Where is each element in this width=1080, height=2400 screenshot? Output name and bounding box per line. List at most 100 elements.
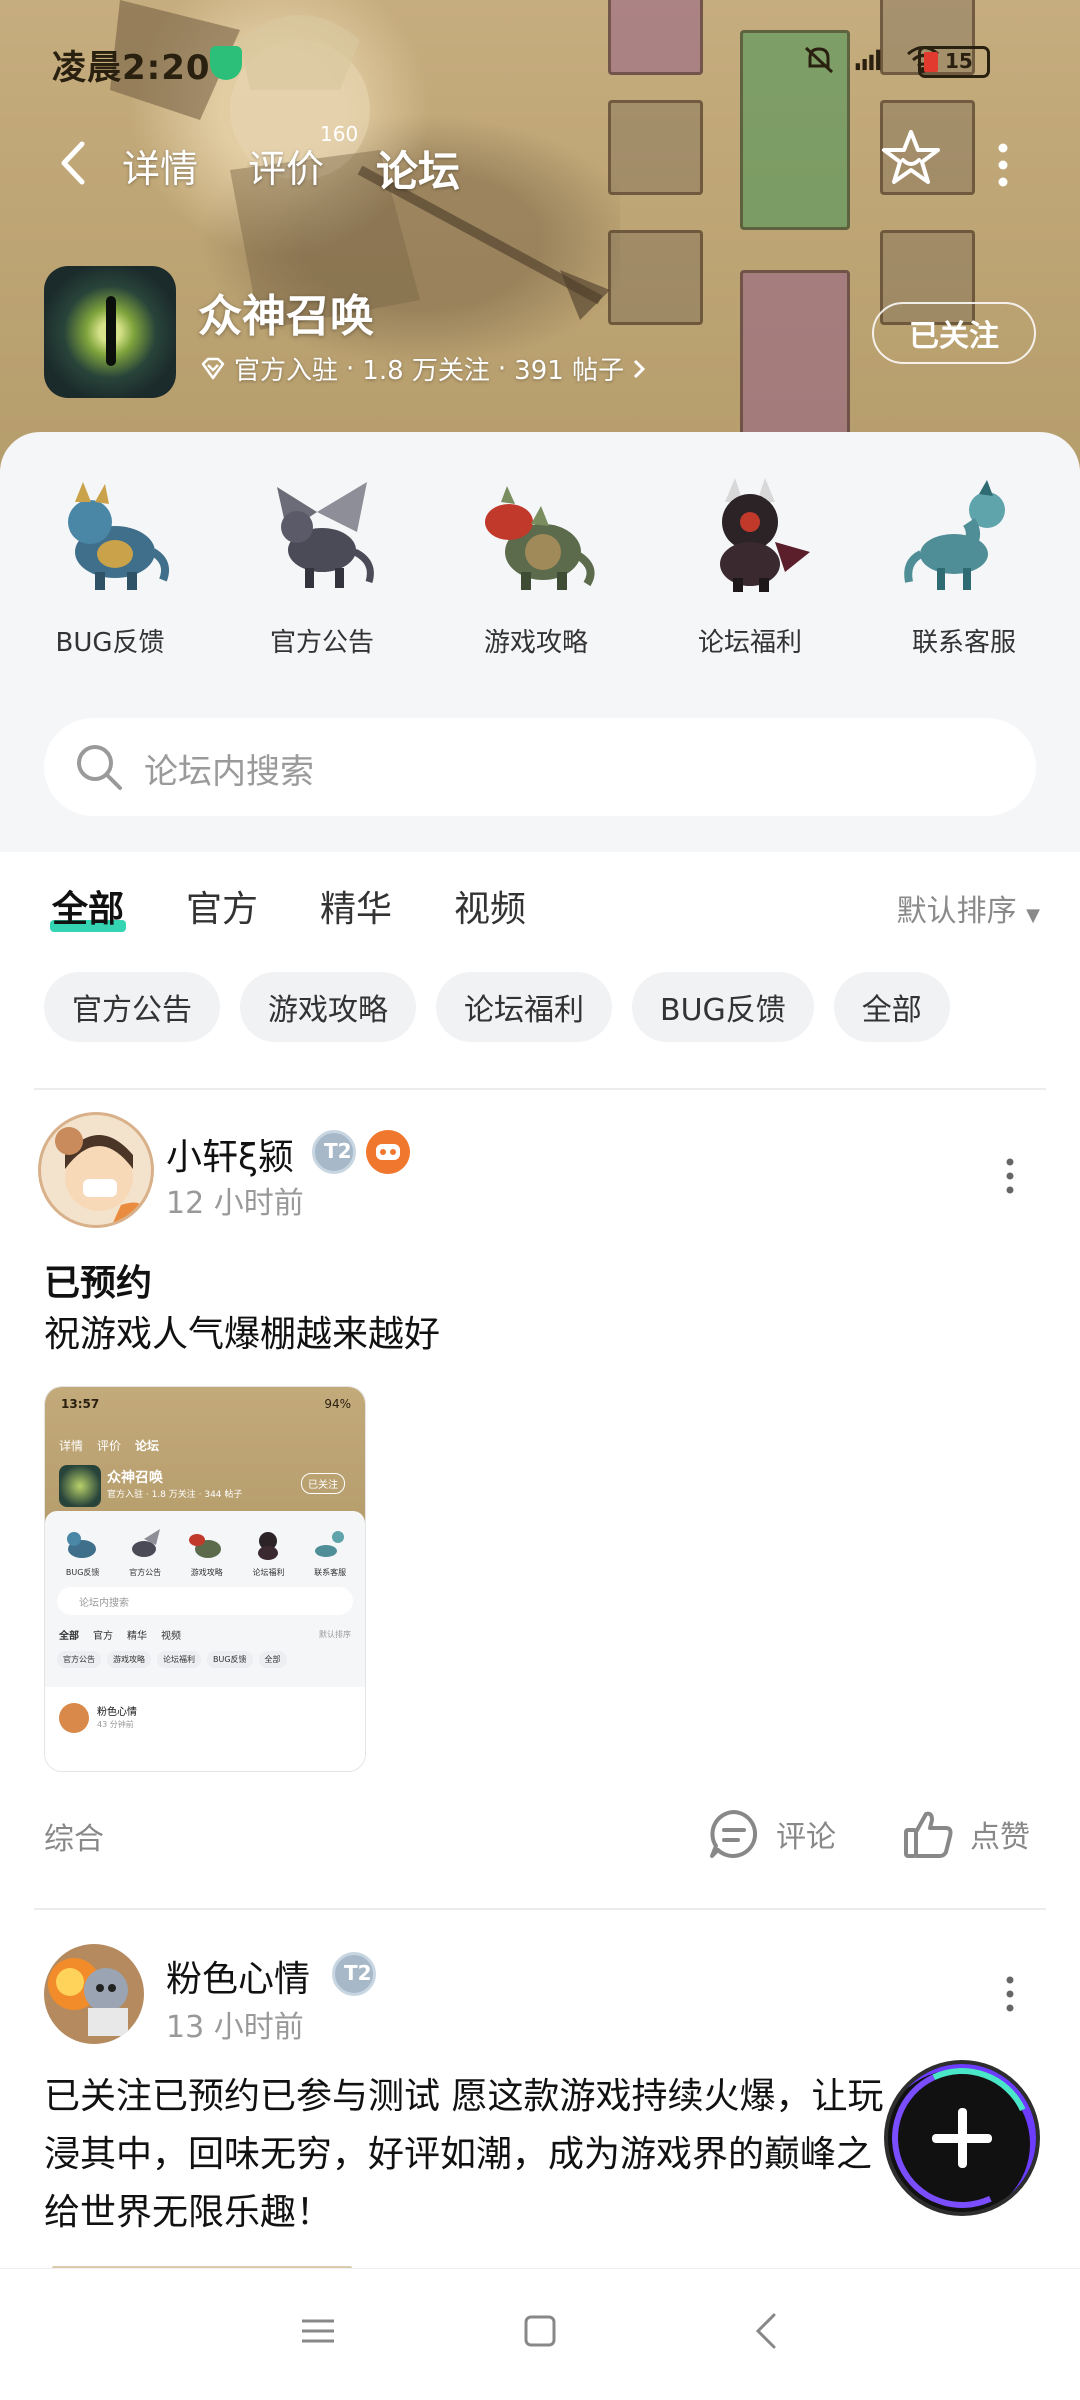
battery-indicator: 15 xyxy=(918,46,990,78)
forum-search-bar[interactable]: 论坛内搜索 xyxy=(44,718,1036,816)
tab-reviews[interactable]: 评价 xyxy=(248,138,324,193)
forum-header: 凌晨2:20 15 详情 评价 160 论坛 众神召唤 官方入驻 · 1.8 万… xyxy=(0,0,1080,470)
category-bug-feedback[interactable]: BUG反馈 xyxy=(10,472,210,659)
chip-all[interactable]: 全部 xyxy=(833,972,950,1042)
posts-count: 391 帖子 xyxy=(514,356,625,386)
home-icon[interactable] xyxy=(518,2309,562,2353)
status-bar: 凌晨2:20 15 xyxy=(0,0,1080,130)
category-game-guide[interactable]: 游戏攻略 xyxy=(436,472,636,659)
system-navigation-bar xyxy=(0,2268,1080,2400)
thumb-tabs: 详情 评价 论坛 xyxy=(59,1439,160,1453)
post-body: 已关注已预约已参与测试 愿这款游戏持续火爆，让玩 浸其中，回味无穷，好评如潮，成… xyxy=(44,2068,924,2242)
category-label: 论坛福利 xyxy=(697,628,802,658)
category-list: BUG反馈 官方公告 游戏攻略 论坛福利 联系客服 xyxy=(0,472,1080,658)
tab-official[interactable]: 官方 xyxy=(186,880,258,932)
more-options-icon[interactable] xyxy=(988,140,1018,190)
post-author[interactable]: 小轩ξ颍 xyxy=(166,1128,294,1180)
thumb-battery: 94% xyxy=(324,1397,351,1411)
status-time: 凌晨2:20 xyxy=(52,48,211,88)
top-navigation: 详情 评价 160 论坛 xyxy=(0,120,1080,210)
app-info: 众神召唤 官方入驻 · 1.8 万关注 · 391 帖子 已关注 xyxy=(0,262,1080,402)
sort-label: 默认排序 xyxy=(896,894,1017,929)
winged-dragon-icon xyxy=(277,482,374,588)
create-post-button[interactable] xyxy=(888,2064,1036,2212)
category-label: BUG反馈 xyxy=(55,628,165,658)
post-time: 13 小时前 xyxy=(166,2010,304,2045)
avatar-illustration xyxy=(48,1958,128,2036)
user-avatar[interactable] xyxy=(44,1944,144,2044)
followers-count: 1.8 万关注 xyxy=(362,356,490,386)
thumb-user: 粉色心情 xyxy=(97,1707,137,1718)
follow-button[interactable]: 已关注 xyxy=(872,302,1036,364)
chip-bug-feedback[interactable]: BUG反馈 xyxy=(632,972,814,1042)
thumb-time: 13:57 xyxy=(61,1397,100,1411)
red-dragon-icon xyxy=(485,486,595,590)
security-shield-icon xyxy=(210,46,242,80)
category-customer-service[interactable]: 联系客服 xyxy=(864,472,1064,659)
app-meta[interactable]: 官方入驻 · 1.8 万关注 · 391 帖子 xyxy=(200,350,646,387)
category-official-notice[interactable]: 官方公告 xyxy=(222,472,422,659)
thumbs-up-icon xyxy=(904,1811,953,1858)
system-back-icon[interactable] xyxy=(746,2309,790,2353)
search-icon xyxy=(77,745,122,790)
tab-featured[interactable]: 精华 xyxy=(320,880,392,932)
chip-game-guide[interactable]: 游戏攻略 xyxy=(240,972,416,1042)
user-avatar[interactable] xyxy=(38,1112,154,1228)
battery-level: 15 xyxy=(945,49,973,73)
category-forum-welfare[interactable]: 论坛福利 xyxy=(650,472,850,659)
post-more-icon[interactable] xyxy=(1000,1974,1020,2014)
sort-dropdown[interactable]: 默认排序 ▼ xyxy=(897,886,1040,930)
thumb-cat-icons xyxy=(51,1527,361,1561)
app-icon[interactable] xyxy=(44,266,176,398)
thumb-follow: 已关注 xyxy=(301,1473,345,1494)
tab-forum[interactable]: 论坛 xyxy=(371,138,465,199)
post-filter-tabs: 全部 官方 精华 视频 默认排序 ▼ xyxy=(0,872,1080,942)
official-diamond-icon xyxy=(201,357,225,379)
post-body-line: 已关注已预约已参与测试 愿这款游戏持续火爆，让玩 xyxy=(44,2076,884,2117)
comment-button[interactable]: 评论 xyxy=(706,1806,836,1862)
tab-details[interactable]: 详情 xyxy=(122,138,198,193)
official-label: 官方入驻 xyxy=(234,356,339,386)
thumb-post xyxy=(45,1687,365,1771)
thumb-app-icon xyxy=(59,1465,101,1507)
divider xyxy=(34,1088,1046,1090)
tab-video[interactable]: 视频 xyxy=(454,880,526,932)
thumb-cat-labels: BUG反馈 官方公告 游戏攻略 论坛福利 联系客服 xyxy=(65,1568,347,1577)
post-more-icon[interactable] xyxy=(1000,1156,1020,1196)
blue-dragon-icon xyxy=(68,482,169,590)
thumb-user-time: 43 分钟前 xyxy=(97,1720,134,1729)
avatar-illustration xyxy=(55,1127,146,1225)
tab-all[interactable]: 全部 xyxy=(49,880,127,932)
teal-dragon-icon xyxy=(904,480,1005,590)
post-body: 祝游戏人气爆棚越来越好 xyxy=(44,1314,441,1355)
gamer-badge-icon xyxy=(366,1130,410,1174)
back-arrow-icon[interactable] xyxy=(54,138,94,188)
thumb-app-meta: 官方入驻 · 1.8 万关注 · 344 帖子 xyxy=(107,1490,243,1500)
chip-official-notice[interactable]: 官方公告 xyxy=(44,972,220,1042)
topic-chips: 官方公告 游戏攻略 论坛福利 BUG反馈 全部 xyxy=(44,972,950,1042)
thumb-sort: 默认排序 xyxy=(319,1630,351,1639)
post-author[interactable]: 粉色心情 xyxy=(166,1950,310,2002)
thumb-app-name: 众神召唤 xyxy=(107,1470,163,1486)
dark-dragon-icon xyxy=(720,478,810,592)
post-category[interactable]: 综合 xyxy=(44,1814,104,1858)
post-body-line: 浸其中，回味无穷，好评如潮，成为游戏界的巅峰之 xyxy=(44,2134,873,2175)
mute-bell-icon xyxy=(804,46,834,74)
menu-icon[interactable] xyxy=(296,2309,340,2353)
level-badge-icon: T2 xyxy=(312,1130,356,1174)
signal-icon xyxy=(855,49,881,71)
thumb-chips: 官方公告 游戏攻略 论坛福利 BUG反馈 全部 xyxy=(57,1651,287,1668)
caret-down-icon: ▼ xyxy=(1026,905,1040,926)
like-button[interactable]: 点赞 xyxy=(900,1806,1030,1862)
post-time: 12 小时前 xyxy=(166,1186,304,1221)
thumb-search: 论坛内搜索 xyxy=(57,1587,353,1615)
category-label: 官方公告 xyxy=(269,628,374,658)
favorite-star-icon[interactable] xyxy=(880,128,942,190)
reviews-count-badge: 160 xyxy=(320,122,359,146)
chip-forum-welfare[interactable]: 论坛福利 xyxy=(436,972,612,1042)
post-image[interactable]: 13:57 94% 详情 评价 论坛 众神召唤 官方入驻 · 1.8 万关注 ·… xyxy=(44,1386,366,1772)
thumb-tabs2: 全部 官方 精华 视频 xyxy=(59,1631,181,1642)
comment-icon xyxy=(710,1810,758,1858)
post-card[interactable]: 小轩ξ颍 T2 12 小时前 已预约 祝游戏人气爆棚越来越好 13:57 94%… xyxy=(0,1100,1080,1900)
category-panel: BUG反馈 官方公告 游戏攻略 论坛福利 联系客服 论坛内搜索 xyxy=(0,432,1080,852)
